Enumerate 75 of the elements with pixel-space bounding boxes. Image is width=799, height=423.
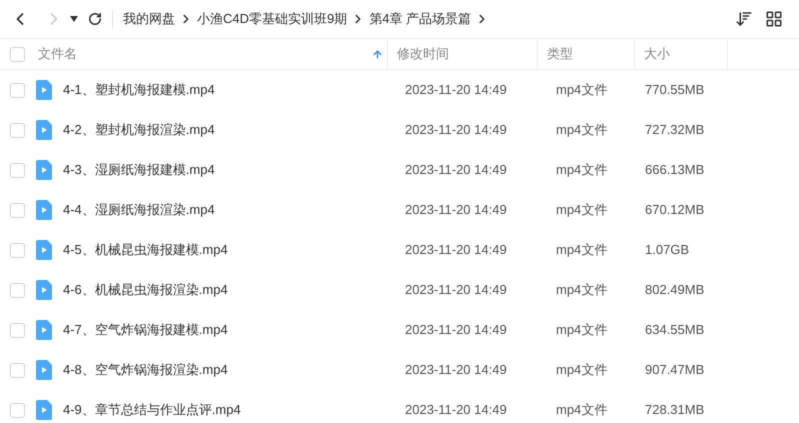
sort-button[interactable] [735, 10, 753, 28]
file-row[interactable]: 4-6、机械昆虫海报渲染.mp4 2023-11-20 14:49 mp4文件 802.49MB [0, 270, 799, 310]
video-file-icon [36, 320, 52, 340]
file-size: 666.13MB [644, 161, 704, 180]
file-size: 1.07GB [644, 241, 690, 260]
file-type: mp4文件 [555, 281, 608, 300]
file-row[interactable]: 4-2、塑封机海报渲染.mp4 2023-11-20 14:49 mp4文件 727.32MB [0, 110, 799, 150]
checkbox[interactable] [10, 242, 25, 258]
dropdown-icon[interactable] [70, 16, 78, 22]
modified-time: 2023-11-20 14:49 [404, 81, 508, 100]
modified-time: 2023-11-20 14:49 [404, 401, 508, 420]
file-size: 727.32MB [644, 121, 704, 140]
file-row[interactable]: 4-5、机械昆虫海报建模.mp4 2023-11-20 14:49 mp4文件 1.07GB [0, 230, 799, 270]
file-type: mp4文件 [555, 201, 608, 220]
video-file-icon [36, 200, 52, 220]
checkbox[interactable] [10, 402, 25, 418]
file-type: mp4文件 [555, 241, 608, 260]
modified-time: 2023-11-20 14:49 [404, 361, 508, 380]
file-name: 4-3、湿厕纸海报建模.mp4 [63, 161, 215, 180]
file-size: 728.31MB [644, 401, 704, 420]
file-size: 907.47MB [644, 361, 704, 380]
video-file-icon [36, 360, 52, 380]
file-row[interactable]: 4-8、空气炸锅海报渲染.mp4 2023-11-20 14:49 mp4文件 907.47MB [0, 350, 799, 390]
file-row[interactable]: 4-3、湿厕纸海报建模.mp4 2023-11-20 14:49 mp4文件 666.13MB [0, 150, 799, 190]
checkbox[interactable] [10, 362, 25, 378]
modified-time: 2023-11-20 14:49 [404, 281, 508, 300]
file-size: 634.55MB [644, 321, 704, 340]
file-type: mp4文件 [555, 81, 608, 100]
checkbox[interactable] [10, 202, 25, 218]
breadcrumb-link[interactable]: 小渔C4D零基础实训班9期 [197, 9, 348, 29]
column-header[interactable]: 文件名 [38, 44, 77, 64]
file-type: mp4文件 [555, 401, 608, 420]
modified-time: 2023-11-20 14:49 [404, 321, 508, 340]
column-header[interactable]: 大小 [644, 44, 670, 64]
video-file-icon [36, 280, 52, 300]
grid-view-button[interactable] [765, 10, 783, 28]
video-file-icon [36, 400, 52, 420]
modified-time: 2023-11-20 14:49 [404, 121, 508, 140]
checkbox[interactable] [10, 282, 25, 298]
file-row[interactable]: 4-1、塑封机海报建模.mp4 2023-11-20 14:49 mp4文件 770.55MB [0, 70, 799, 110]
file-name: 4-8、空气炸锅海报渲染.mp4 [63, 361, 228, 380]
file-type: mp4文件 [555, 121, 608, 140]
file-type: mp4文件 [555, 361, 608, 380]
video-file-icon [36, 160, 52, 180]
checkbox[interactable] [10, 162, 25, 178]
checkbox[interactable] [10, 47, 25, 62]
file-name: 4-7、空气炸锅海报建模.mp4 [63, 321, 228, 340]
file-name: 4-9、章节总结与作业点评.mp4 [63, 401, 241, 420]
modified-time: 2023-11-20 14:49 [404, 161, 508, 180]
modified-time: 2023-11-20 14:49 [404, 241, 508, 260]
file-size: 802.49MB [644, 281, 704, 300]
file-name: 4-5、机械昆虫海报建模.mp4 [63, 241, 228, 260]
file-name: 4-1、塑封机海报建模.mp4 [63, 81, 215, 100]
video-file-icon [36, 120, 52, 140]
file-type: mp4文件 [555, 321, 608, 340]
file-name: 4-2、塑封机海报渲染.mp4 [63, 121, 215, 140]
modified-time: 2023-11-20 14:49 [404, 201, 508, 220]
video-file-icon [36, 240, 52, 260]
file-row[interactable]: 4-9、章节总结与作业点评.mp4 2023-11-20 14:49 mp4文件 728.31MB [0, 390, 799, 423]
file-name: 4-6、机械昆虫海报渲染.mp4 [63, 281, 228, 300]
file-name: 4-4、湿厕纸海报渲染.mp4 [63, 201, 215, 220]
file-size: 770.55MB [644, 81, 704, 100]
breadcrumb-link[interactable]: 第4章 产品场景篇 [369, 9, 472, 29]
column-header[interactable]: 修改时间 [397, 44, 449, 64]
checkbox[interactable] [10, 82, 25, 98]
file-type: mp4文件 [555, 161, 608, 180]
file-row[interactable]: 4-4、湿厕纸海报渲染.mp4 2023-11-20 14:49 mp4文件 670.12MB [0, 190, 799, 230]
checkbox[interactable] [10, 322, 25, 338]
column-header[interactable]: 类型 [547, 44, 573, 64]
breadcrumb-link[interactable]: 我的网盘 [123, 9, 175, 29]
file-row[interactable]: 4-7、空气炸锅海报建模.mp4 2023-11-20 14:49 mp4文件 634.55MB [0, 310, 799, 350]
checkbox[interactable] [10, 122, 25, 138]
refresh-button[interactable] [88, 12, 102, 26]
video-file-icon [36, 80, 52, 100]
file-size: 670.12MB [644, 201, 704, 220]
